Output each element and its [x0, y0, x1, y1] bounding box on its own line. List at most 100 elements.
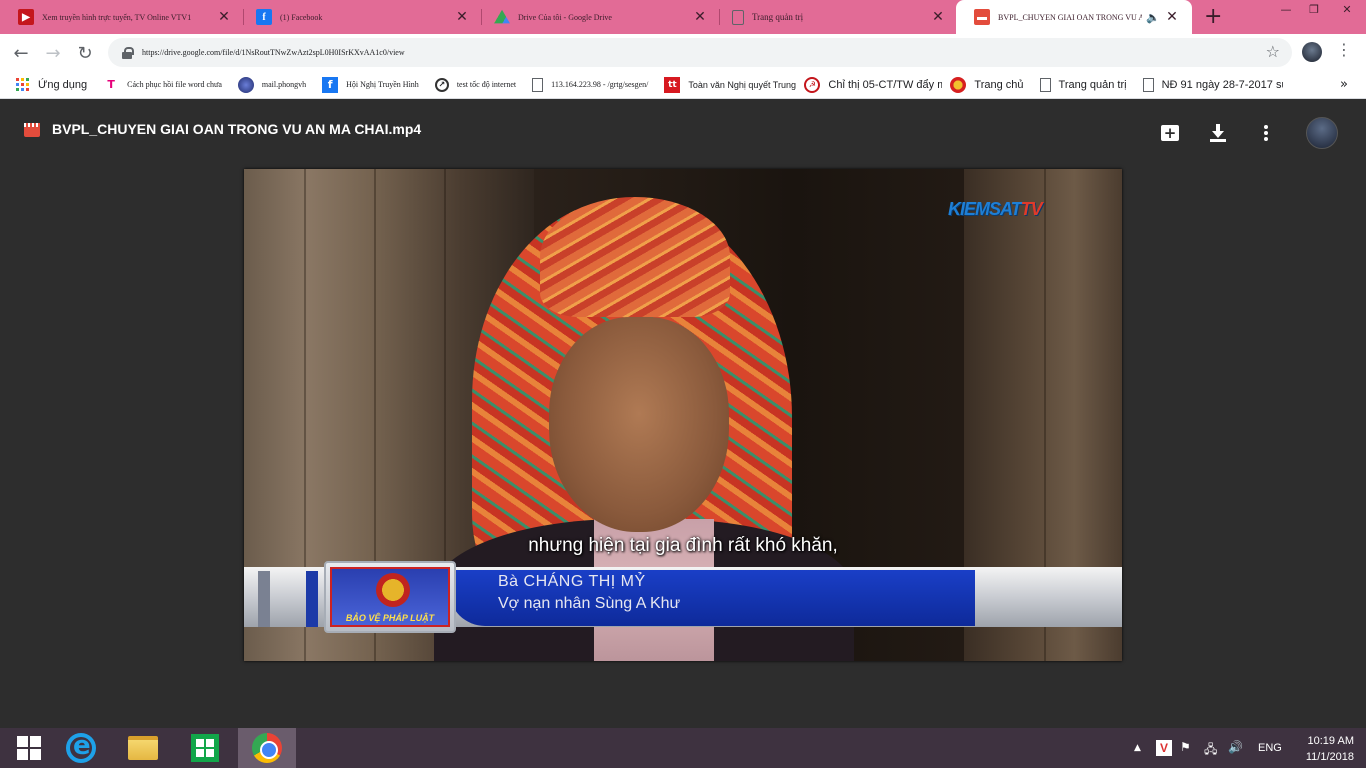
bookmark-item[interactable]: NĐ 91 ngày 28-7-2017 sửa đổi — [1135, 71, 1283, 99]
tab-title: Drive Của tôi - Google Drive — [518, 12, 612, 22]
bookmark-item[interactable]: mail.phongvh — [230, 71, 314, 99]
program-badge-text: BẢO VỆ PHÁP LUẬT — [345, 613, 435, 623]
bookmark-label: mail.phongvh — [261, 80, 307, 89]
bookmark-label: Toàn văn Nghị quyết Trung — [688, 79, 796, 90]
lower-third-stripe — [306, 571, 318, 627]
language-indicator[interactable]: ENG — [1258, 742, 1282, 754]
page-icon — [1039, 77, 1051, 92]
address-bar[interactable]: https://drive.google.com/file/d/1NsRoutT… — [108, 38, 1292, 67]
bookmark-apps[interactable]: Ứng dụng — [0, 71, 95, 99]
tt-logo-icon: tt — [664, 76, 681, 93]
close-icon[interactable]: ✕ — [216, 9, 232, 25]
vtv-icon: ▶ — [18, 9, 34, 25]
bookmark-label: Chỉ thị 05-CT/TW đẩy mạnh — [828, 78, 943, 91]
google-drive-icon — [494, 9, 510, 24]
tab-facebook[interactable]: f (1) Facebook ✕ — [238, 0, 482, 34]
close-icon[interactable]: ✕ — [692, 9, 708, 25]
ie-icon — [66, 731, 96, 763]
tab-title: BVPL_CHUYEN GIAI OAN TRONG VU AN M — [998, 12, 1142, 22]
file-title: BVPL_CHUYEN GIAI OAN TRONG VU AN MA CHAI… — [52, 121, 422, 137]
tab-vtv[interactable]: ▶ Xem truyền hình trực tuyến, TV Online … — [0, 0, 244, 34]
account-avatar[interactable] — [1306, 117, 1338, 149]
profile-avatar[interactable] — [1302, 42, 1322, 62]
bookmark-item[interactable]: tt Toàn văn Nghị quyết Trung — [656, 71, 796, 99]
video-subtitle: nhưng hiện tại gia đình rất khó khăn, — [528, 535, 838, 556]
headscarf-top — [540, 197, 730, 317]
star-icon[interactable]: ☆ — [1266, 42, 1280, 61]
reload-icon[interactable]: ↻ — [72, 40, 98, 66]
bookmark-label: Trang quản trị — [1058, 78, 1127, 91]
chrome-icon — [252, 733, 282, 763]
video-file-icon — [24, 123, 40, 137]
apps-icon — [14, 77, 30, 93]
bookmark-item[interactable]: T Cách phục hồi file word chưa — [95, 71, 230, 99]
download-button[interactable] — [1204, 119, 1232, 147]
bookmark-item[interactable]: Trang chủ — [942, 71, 1031, 99]
tab-title: Trang quản trị — [752, 12, 804, 22]
show-hidden-icons-icon[interactable]: ▲ — [1134, 743, 1141, 753]
close-icon[interactable]: ✕ — [930, 9, 946, 25]
bookmark-label: Hội Nghị Truyền Hình — [346, 80, 419, 89]
more-actions-button[interactable] — [1252, 119, 1280, 147]
facebook-icon: f — [256, 9, 272, 25]
window-close-icon[interactable]: ✕ — [1328, 0, 1366, 18]
channel-logo: KIEMSATTV — [948, 199, 1043, 220]
restore-icon[interactable]: ❐ — [1300, 0, 1328, 18]
volume-icon[interactable]: 🔊 — [1228, 740, 1243, 754]
bookmarks-overflow-icon[interactable]: » — [1340, 77, 1348, 92]
network-icon[interactable]: 🖧 — [1204, 740, 1217, 761]
add-comment-button[interactable]: + — [1156, 119, 1184, 147]
tab-trang-quan-tri[interactable]: Trang quản trị ✕ — [714, 0, 958, 34]
windows-taskbar: ▲ V ⚑ 🖧 🔊 ENG 10:19 AM 11/1/2018 — [0, 728, 1366, 768]
facebook-icon: f — [322, 76, 339, 93]
url-text[interactable]: https://drive.google.com/file/d/1NsRoutT… — [142, 48, 405, 57]
bookmark-item[interactable]: f Hội Nghị Truyền Hình — [314, 71, 427, 99]
minimize-icon[interactable]: — — [1272, 0, 1300, 18]
emblem-icon — [950, 76, 967, 93]
forward-icon[interactable]: → — [40, 40, 66, 66]
clock-date: 11/1/2018 — [1305, 751, 1354, 763]
page-icon — [732, 9, 744, 25]
bookmark-label: test tốc độ internet — [456, 80, 517, 89]
bookmark-label: Ứng dụng — [38, 78, 88, 91]
lock-icon[interactable] — [122, 46, 134, 59]
lower-third-stripe — [258, 571, 270, 627]
download-icon — [1210, 124, 1226, 142]
national-emblem-icon — [376, 573, 410, 607]
close-icon[interactable]: ✕ — [1164, 9, 1180, 25]
program-badge-inner: BẢO VỆ PHÁP LUẬT — [330, 567, 450, 627]
party-icon: ☭ — [804, 76, 821, 93]
file-explorer-button[interactable] — [114, 728, 172, 768]
lower-third: BẢO VỆ PHÁP LUẬT Bà CHÁNG THỊ MỶ Vợ nạn … — [244, 561, 1122, 633]
audio-playing-icon[interactable]: 🔈 — [1142, 11, 1164, 24]
bookmark-label: 113.164.223.98 - /grtg/sesgen/ — [551, 80, 649, 89]
tab-strip: ▶ Xem truyền hình trực tuyến, TV Online … — [0, 0, 1366, 34]
system-clock[interactable]: 10:19 AM 11/1/2018 — [1296, 733, 1354, 765]
internet-explorer-button[interactable] — [52, 728, 110, 768]
flag-icon[interactable]: ⚑ — [1180, 740, 1191, 754]
new-tab-button[interactable]: + — [1204, 6, 1222, 28]
tab-video-active[interactable]: ▬ BVPL_CHUYEN GIAI OAN TRONG VU AN M 🔈 ✕ — [956, 0, 1192, 34]
bookmark-item[interactable]: ↗ test tốc độ internet — [427, 71, 524, 99]
kebab-icon — [1264, 123, 1268, 143]
bookmark-label: Cách phục hồi file word chưa — [127, 80, 222, 89]
back-icon[interactable]: ← — [8, 40, 34, 66]
speaker-role: Vợ nạn nhân Sùng A Khư — [498, 595, 681, 612]
close-icon[interactable]: ✕ — [454, 9, 470, 25]
bookmark-item[interactable]: Trang quản trị — [1032, 71, 1135, 99]
windows-icon — [17, 736, 41, 760]
speedometer-icon: ↗ — [434, 77, 449, 92]
antivirus-tray-icon[interactable]: V — [1156, 740, 1172, 756]
store-icon — [191, 734, 219, 762]
video-player[interactable]: KIEMSATTV nhưng hiện tại gia đình rất kh… — [244, 169, 1122, 661]
store-button[interactable] — [176, 728, 234, 768]
tab-title: (1) Facebook — [280, 12, 323, 22]
bookmark-item[interactable]: ☭ Chỉ thị 05-CT/TW đẩy mạnh — [796, 71, 942, 99]
chrome-menu-icon[interactable]: ⋮ — [1336, 40, 1352, 59]
globe-icon — [237, 76, 254, 93]
add-comment-icon: + — [1161, 125, 1179, 141]
tab-google-drive[interactable]: Drive Của tôi - Google Drive ✕ — [476, 0, 720, 34]
chrome-button[interactable] — [238, 728, 296, 768]
start-button[interactable] — [0, 728, 58, 768]
bookmark-item[interactable]: 113.164.223.98 - /grtg/sesgen/ — [524, 71, 656, 99]
